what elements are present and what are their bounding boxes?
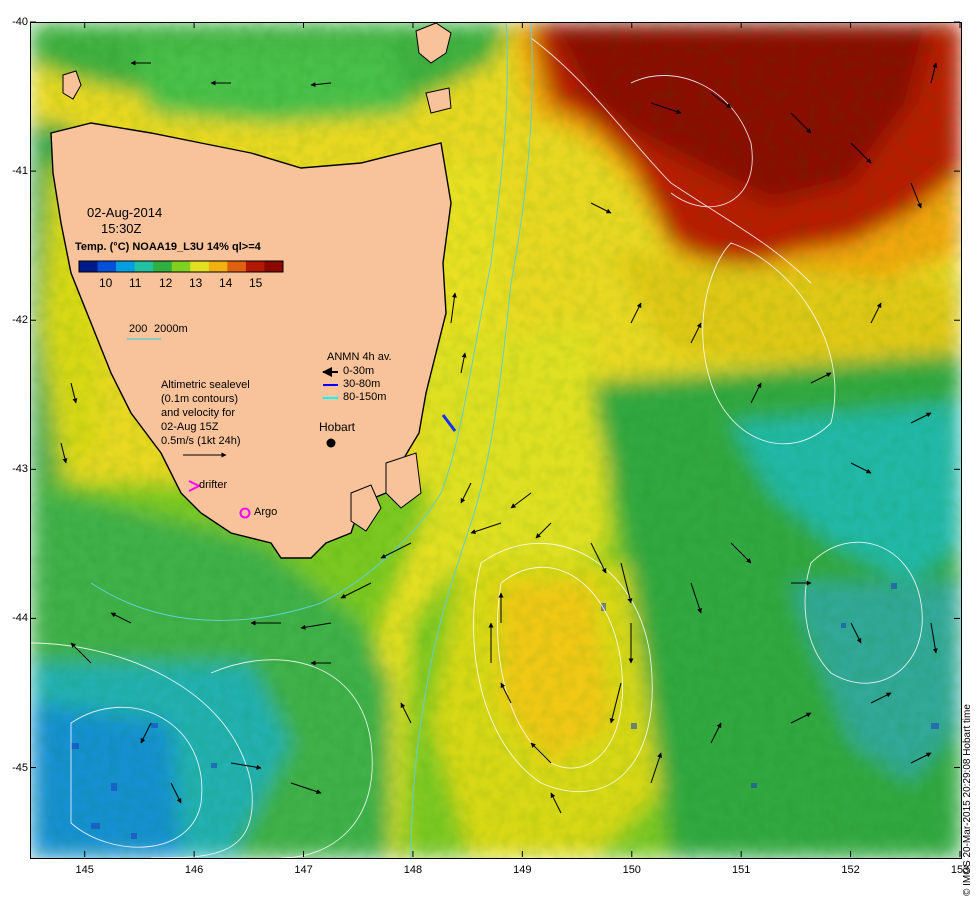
colorbar-tick-label: 10 — [99, 276, 113, 290]
colorbar-swatch — [116, 261, 136, 272]
anmn-title: ANMN 4h av. — [327, 351, 392, 363]
colorbar-tick-label: 15 — [249, 276, 263, 290]
anmn-item-1: 30-80m — [343, 378, 381, 390]
y-tick-label: -45 — [12, 761, 28, 774]
colorbar-swatch — [245, 261, 265, 272]
y-tick-label: -44 — [12, 612, 28, 625]
hobart-label: Hobart — [319, 420, 356, 434]
temperature-title: Temp. (°C) NOAA19_L3U 14% ql>=4 — [75, 241, 261, 253]
x-tick-label: 148 — [403, 864, 423, 876]
depth-legend-2000: 2000m — [154, 323, 188, 335]
colorbar-swatch — [227, 261, 247, 272]
x-tick-label: 146 — [184, 864, 204, 876]
colorbar-swatch — [79, 261, 99, 272]
argo-label: Argo — [254, 506, 278, 518]
anmn-item-0: 0-30m — [343, 365, 375, 377]
x-tick-label: 152 — [841, 864, 860, 876]
altimetry-line-3: and velocity for — [161, 407, 235, 419]
hobart-marker[interactable] — [326, 438, 336, 448]
depth-legend-200: 200 — [129, 323, 148, 335]
colorbar-swatch — [153, 261, 173, 272]
date-label: 02-Aug-2014 — [87, 205, 163, 220]
y-tick-label: -41 — [12, 165, 28, 178]
temperature-colorbar — [78, 260, 284, 273]
altimetry-line-1: Altimetric sealevel — [161, 379, 250, 391]
colorbar-tick-label: 14 — [219, 276, 233, 290]
x-tick-label: 151 — [731, 864, 751, 876]
altimetry-line-5: 0.5m/s (1kt 24h) — [161, 435, 241, 447]
colorbar-swatch — [264, 261, 284, 272]
anmn-item-2: 80-150m — [343, 391, 387, 403]
colorbar-swatch — [190, 261, 210, 272]
cape-barren-island — [425, 87, 452, 114]
altimetry-line-2: (0.1m contours) — [161, 393, 239, 405]
colorbar-tick-label: 11 — [129, 276, 142, 290]
colorbar-tick-label: 13 — [189, 276, 203, 290]
time-label: 15:30Z — [101, 221, 142, 236]
colorbar-swatch — [208, 261, 228, 272]
map-frame[interactable]: 02-Aug-2014 15:30Z Temp. (°C) NOAA19_L3U… — [30, 22, 962, 859]
colorbar-swatch — [97, 261, 117, 272]
x-tick-label: 147 — [294, 864, 313, 876]
altimetry-line-4: 02-Aug 15Z — [161, 421, 219, 433]
x-tick-label: 150 — [622, 864, 641, 876]
y-tick-label: -43 — [12, 463, 28, 476]
x-tick-label: 149 — [513, 864, 532, 876]
colorbar-swatch — [171, 261, 191, 272]
drifter-label: drifter — [199, 479, 228, 491]
x-tick-label: 145 — [75, 864, 94, 876]
colorbar-swatch — [134, 261, 154, 272]
y-tick-label: -40 — [12, 16, 28, 28]
colorbar-tick-label: 12 — [159, 276, 173, 290]
y-tick-label: -42 — [12, 314, 28, 327]
credit-text: © IMOS 20-Mar-2015 20:29:08 Hobart time — [962, 704, 973, 896]
